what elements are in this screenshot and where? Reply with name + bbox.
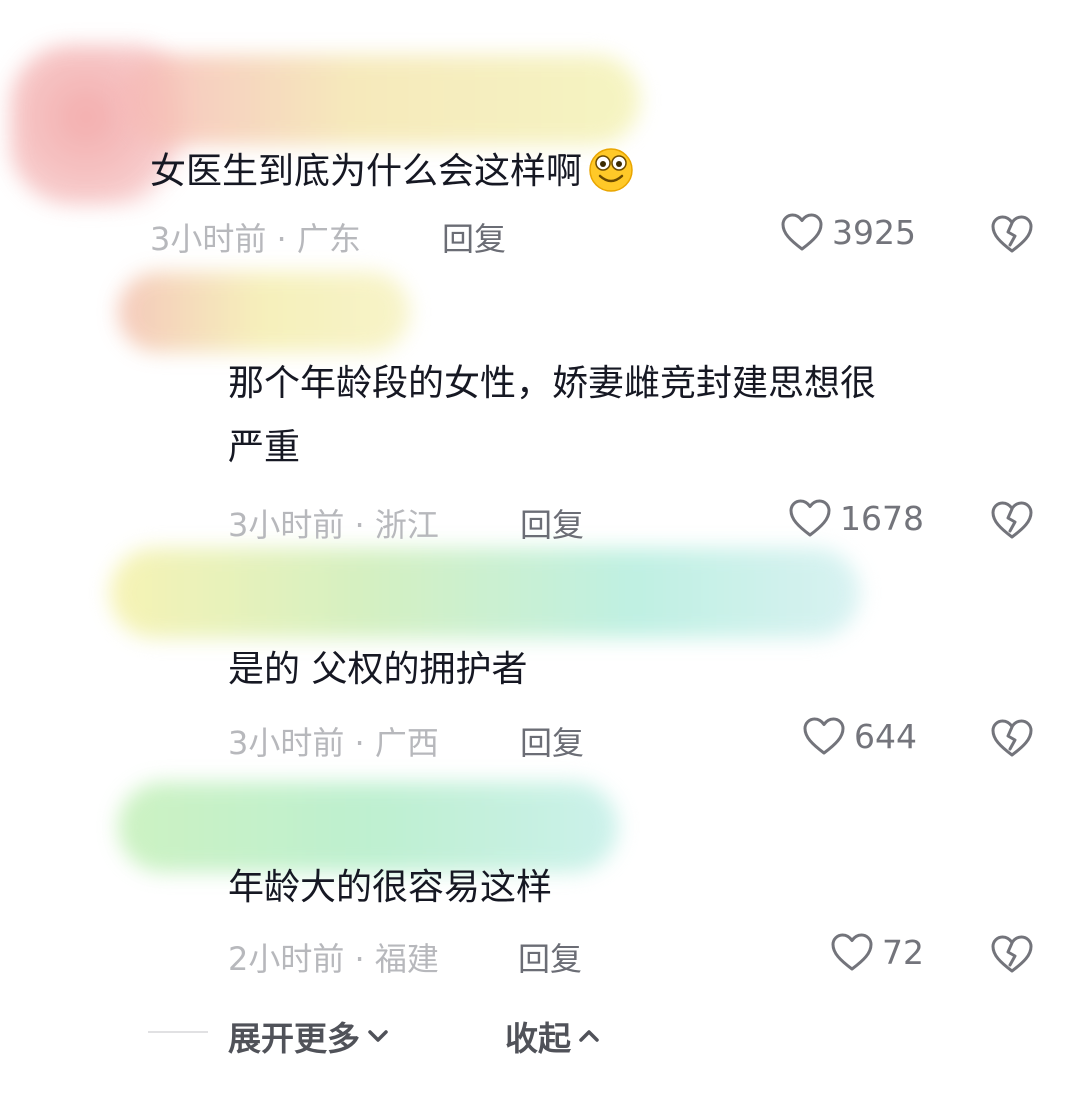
heart-icon — [803, 717, 845, 755]
redacted-username — [120, 55, 640, 145]
comment-text: 那个年龄段的女性，娇妻雌竞封建思想很 严重 — [228, 363, 877, 468]
chevron-down-icon — [368, 1030, 388, 1042]
dislike-button[interactable] — [990, 500, 1034, 540]
comment-text: 女医生到底为什么会这样啊 — [150, 140, 636, 204]
collapse-label: 收起 — [505, 1019, 571, 1058]
reply-button[interactable]: 回复 — [520, 500, 584, 546]
broken-heart-icon — [991, 935, 1033, 973]
like-count: 72 — [882, 932, 924, 972]
redacted-username — [118, 272, 410, 352]
expand-more-label: 展开更多 — [228, 1019, 360, 1058]
broken-heart-icon — [991, 501, 1033, 539]
dislike-button[interactable] — [990, 934, 1034, 974]
broken-heart-icon — [991, 215, 1033, 253]
like-count: 1678 — [840, 498, 924, 538]
comment-meta: 3小时前 · 浙江 — [228, 506, 439, 544]
comment-text: 年龄大的很容易这样 — [228, 867, 553, 908]
heart-icon — [781, 213, 823, 251]
like-button[interactable]: 644 — [802, 716, 917, 756]
comment-meta: 3小时前 · 广东 — [150, 220, 361, 258]
comment-meta: 3小时前 · 广西 — [228, 724, 439, 762]
like-count: 644 — [854, 716, 917, 756]
chevron-up-icon — [579, 1030, 599, 1042]
like-button[interactable]: 72 — [830, 932, 924, 972]
replies-footer: 展开更多 收起 — [0, 1008, 1080, 1058]
smiling-face-emoji — [589, 148, 633, 192]
comment-text: 是的 父权的拥护者 — [228, 649, 528, 690]
like-count: 3925 — [832, 212, 916, 252]
heart-icon — [789, 499, 831, 537]
reply-button[interactable]: 回复 — [442, 214, 506, 260]
reply-button[interactable]: 回复 — [520, 718, 584, 764]
expand-more-button[interactable]: 展开更多 — [228, 1012, 390, 1060]
reply-button[interactable]: 回复 — [518, 934, 582, 980]
divider-line — [148, 1031, 208, 1033]
broken-heart-icon — [991, 719, 1033, 757]
dislike-button[interactable] — [990, 214, 1034, 254]
like-button[interactable]: 1678 — [788, 498, 924, 538]
dislike-button[interactable] — [990, 718, 1034, 758]
comment-meta: 2小时前 · 福建 — [228, 940, 439, 978]
heart-icon — [831, 933, 873, 971]
like-button[interactable]: 3925 — [780, 212, 916, 252]
collapse-button[interactable]: 收起 — [505, 1012, 601, 1060]
redacted-username — [110, 548, 860, 638]
